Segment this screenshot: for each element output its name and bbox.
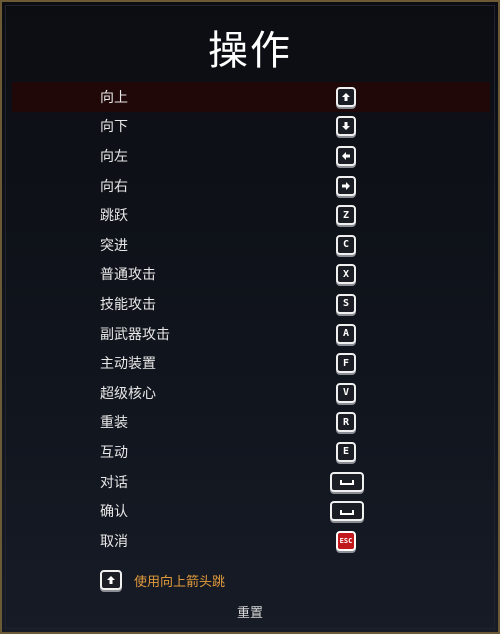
control-row[interactable]: 超级核心 V — [12, 378, 490, 408]
control-row[interactable]: 确认 — [12, 496, 490, 526]
control-label: 超级核心 — [100, 385, 156, 402]
control-row[interactable]: 向下 — [12, 112, 490, 142]
control-label: 取消 — [100, 533, 128, 550]
space-bar-key-icon[interactable] — [330, 501, 364, 522]
page-title: 操作 — [208, 28, 292, 74]
control-label: 对话 — [100, 474, 128, 491]
control-row[interactable]: 向左 — [12, 141, 490, 171]
space-bar-glyph — [340, 509, 354, 515]
control-label: 主动装置 — [100, 356, 156, 373]
controls-list: 向上向下向左向右跳跃 Z 突进 C 普通攻击 X 技能攻击 S 副武器攻击 A 主动装置 F 超级核心 V… — [12, 82, 490, 556]
v-key-icon[interactable]: V — [336, 382, 356, 403]
down-arrow-key-icon[interactable] — [336, 116, 356, 137]
c-key-icon[interactable]: C — [336, 234, 356, 255]
control-row[interactable]: 向右 — [12, 171, 490, 201]
a-key-icon[interactable]: A — [336, 323, 356, 344]
z-key-icon[interactable]: Z — [336, 205, 356, 226]
right-arrow-key-icon[interactable] — [336, 175, 356, 196]
control-row[interactable]: 对话 — [12, 467, 490, 497]
left-arrow-key-icon[interactable] — [336, 145, 356, 166]
control-row[interactable]: 取消 ESC — [12, 526, 490, 556]
control-label: 向左 — [100, 148, 128, 165]
space-bar-glyph — [340, 480, 354, 486]
control-label: 技能攻击 — [100, 296, 156, 313]
control-label: 跳跃 — [100, 208, 128, 225]
control-row[interactable]: 向上 — [12, 82, 490, 112]
control-label: 向上 — [100, 89, 128, 106]
up-arrow-key-icon[interactable] — [336, 86, 356, 107]
control-row[interactable]: 技能攻击 S — [12, 289, 490, 319]
f-key-icon[interactable]: F — [336, 353, 356, 374]
controls-settings-panel: 操作 向上向下向左向右跳跃 Z 突进 C 普通攻击 X 技能攻击 S 副武器攻击 A 主动装置 F 超级… — [0, 0, 500, 634]
control-label: 向下 — [100, 119, 128, 136]
control-label: 普通攻击 — [100, 267, 156, 284]
r-key-icon[interactable]: R — [336, 412, 356, 433]
control-row[interactable]: 互动 E — [12, 437, 490, 467]
control-label: 确认 — [100, 504, 128, 521]
control-row[interactable]: 普通攻击 X — [12, 260, 490, 290]
control-label: 副武器攻击 — [100, 326, 170, 343]
reset-button[interactable]: 重置 — [2, 602, 498, 621]
control-label: 向右 — [100, 178, 128, 195]
control-label: 互动 — [100, 444, 128, 461]
control-row[interactable]: 突进 C — [12, 230, 490, 260]
esc-key-icon[interactable]: ESC — [336, 530, 356, 551]
jump-hint-toggle[interactable]: 使用向上箭头跳 — [100, 570, 225, 590]
space-bar-key-icon[interactable] — [330, 471, 364, 492]
control-row[interactable]: 跳跃 Z — [12, 200, 490, 230]
e-key-icon[interactable]: E — [336, 441, 356, 462]
s-key-icon[interactable]: S — [336, 293, 356, 314]
up-arrow-key-icon[interactable] — [100, 570, 122, 590]
hint-label: 使用向上箭头跳 — [134, 574, 226, 590]
control-row[interactable]: 重装 R — [12, 408, 490, 438]
control-row[interactable]: 副武器攻击 A — [12, 319, 490, 349]
control-label: 突进 — [100, 237, 128, 254]
control-label: 重装 — [100, 415, 128, 432]
x-key-icon[interactable]: X — [336, 264, 356, 285]
control-row[interactable]: 主动装置 F — [12, 348, 490, 378]
